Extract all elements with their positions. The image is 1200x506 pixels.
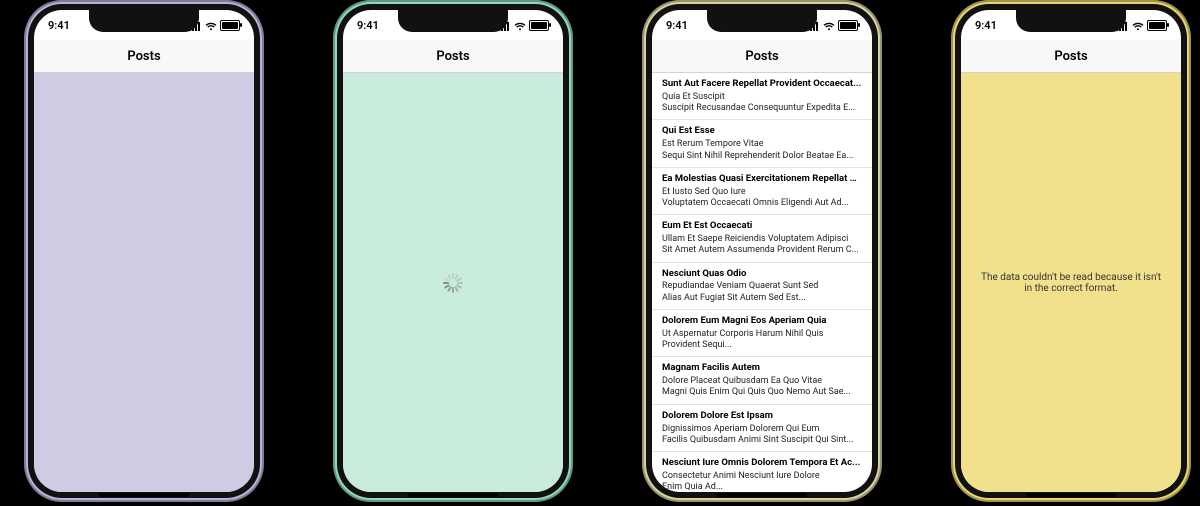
- post-line1: Repudiandae Veniam Quaerat Sunt Sed: [662, 281, 862, 292]
- home-indicator[interactable]: [99, 493, 189, 497]
- post-line1: Ullam Et Saepe Reiciendis Voluptatem Adi…: [662, 234, 862, 245]
- post-line2: Suscipit Recusandae Consequuntur Expedit…: [662, 103, 862, 114]
- post-title: Nesciunt Iure Omnis Dolorem Tempora Et A…: [662, 457, 862, 469]
- list-item[interactable]: Eum Et Est Occaecati Ullam Et Saepe Reici…: [652, 215, 872, 262]
- post-line2: Sit Amet Autem Assumenda Provident Rerum…: [662, 245, 862, 256]
- post-line2: Enim Quia Ad...: [662, 482, 862, 492]
- status-time: 9:41: [975, 19, 997, 32]
- list-item[interactable]: Qui Est Esse Est Rerum Tempore VitaeSequi…: [652, 120, 872, 167]
- loading-state: [343, 73, 563, 492]
- battery-icon: [1147, 20, 1167, 31]
- list-item[interactable]: Dolorem Dolore Est Ipsam Dignissimos Aper…: [652, 405, 872, 452]
- status-time: 9:41: [48, 19, 70, 32]
- posts-list[interactable]: Sunt Aut Facere Repellat Provident Occae…: [652, 73, 872, 492]
- error-state: The data couldn't be read because it isn…: [961, 73, 1181, 492]
- post-line2: Alias Aut Fugiat Sit Autem Sed Est...: [662, 293, 862, 304]
- wifi-icon: [823, 21, 835, 30]
- nav-bar: Posts: [343, 40, 563, 73]
- error-message: The data couldn't be read because it isn…: [981, 272, 1161, 294]
- wifi-icon: [514, 21, 526, 30]
- status-time: 9:41: [357, 19, 379, 32]
- post-line1: Dolore Placeat Quibusdam Ea Quo Vitae: [662, 376, 862, 387]
- nav-title: Posts: [1054, 49, 1087, 64]
- battery-icon: [529, 20, 549, 31]
- post-title: Magnam Facilis Autem: [662, 362, 862, 374]
- post-line2: Sequi Sint Nihil Reprehenderit Dolor Bea…: [662, 151, 862, 162]
- nav-title: Posts: [127, 49, 160, 64]
- spinner-icon: [443, 273, 463, 293]
- post-title: Eum Et Est Occaecati: [662, 220, 862, 232]
- post-line1: Consectetur Animi Nesciunt Iure Dolore: [662, 471, 862, 482]
- device-notch: [1016, 10, 1126, 32]
- list-item[interactable]: Nesciunt Iure Omnis Dolorem Tempora Et A…: [652, 452, 872, 492]
- wifi-icon: [1132, 21, 1144, 30]
- list-item[interactable]: Sunt Aut Facere Repellat Provident Occae…: [652, 73, 872, 120]
- post-line2: Facilis Quibusdam Animi Sint Suscipit Qu…: [662, 435, 862, 446]
- post-title: Qui Est Esse: [662, 125, 862, 137]
- nav-bar: Posts: [961, 40, 1181, 73]
- post-title: Sunt Aut Facere Repellat Provident Occae…: [662, 78, 862, 90]
- post-title: Ea Molestias Quasi Exercitationem Repell…: [662, 173, 862, 185]
- post-line1: Est Rerum Tempore Vitae: [662, 139, 862, 150]
- home-indicator[interactable]: [408, 493, 498, 497]
- list-item[interactable]: Ea Molestias Quasi Exercitationem Repell…: [652, 168, 872, 215]
- status-time: 9:41: [666, 19, 688, 32]
- device-notch: [707, 10, 817, 32]
- post-title: Nesciunt Quas Odio: [662, 268, 862, 280]
- post-line1: Et Iusto Sed Quo Iure: [662, 187, 862, 198]
- nav-bar: Posts: [652, 40, 872, 73]
- post-line2: Voluptatem Occaecati Omnis Eligendi Aut …: [662, 198, 862, 209]
- device-notch: [89, 10, 199, 32]
- post-title: Dolorem Dolore Est Ipsam: [662, 410, 862, 422]
- device-notch: [398, 10, 508, 32]
- post-title: Dolorem Eum Magni Eos Aperiam Quia: [662, 315, 862, 327]
- home-indicator[interactable]: [717, 493, 807, 497]
- wifi-icon: [205, 21, 217, 30]
- post-line2: Magni Quis Enim Qui Quis Quo Nemo Aut Sa…: [662, 387, 862, 398]
- nav-title: Posts: [745, 49, 778, 64]
- list-item[interactable]: Nesciunt Quas OdioRepudiandae Veniam Qua…: [652, 263, 872, 310]
- list-item[interactable]: Dolorem Eum Magni Eos Aperiam Quia Ut Asp…: [652, 310, 872, 357]
- nav-title: Posts: [436, 49, 469, 64]
- list-item[interactable]: Magnam Facilis Autem Dolore Placeat Quibu…: [652, 357, 872, 404]
- post-line2: Provident Sequi...: [662, 340, 862, 351]
- empty-state: [34, 73, 254, 492]
- post-line1: Quia Et Suscipit: [662, 92, 862, 103]
- post-line1: Ut Aspernatur Corporis Harum Nihil Quis: [662, 329, 862, 340]
- home-indicator[interactable]: [1026, 493, 1116, 497]
- battery-icon: [838, 20, 858, 31]
- post-line1: Dignissimos Aperiam Dolorem Qui Eum: [662, 424, 862, 435]
- nav-bar: Posts: [34, 40, 254, 73]
- battery-icon: [220, 20, 240, 31]
